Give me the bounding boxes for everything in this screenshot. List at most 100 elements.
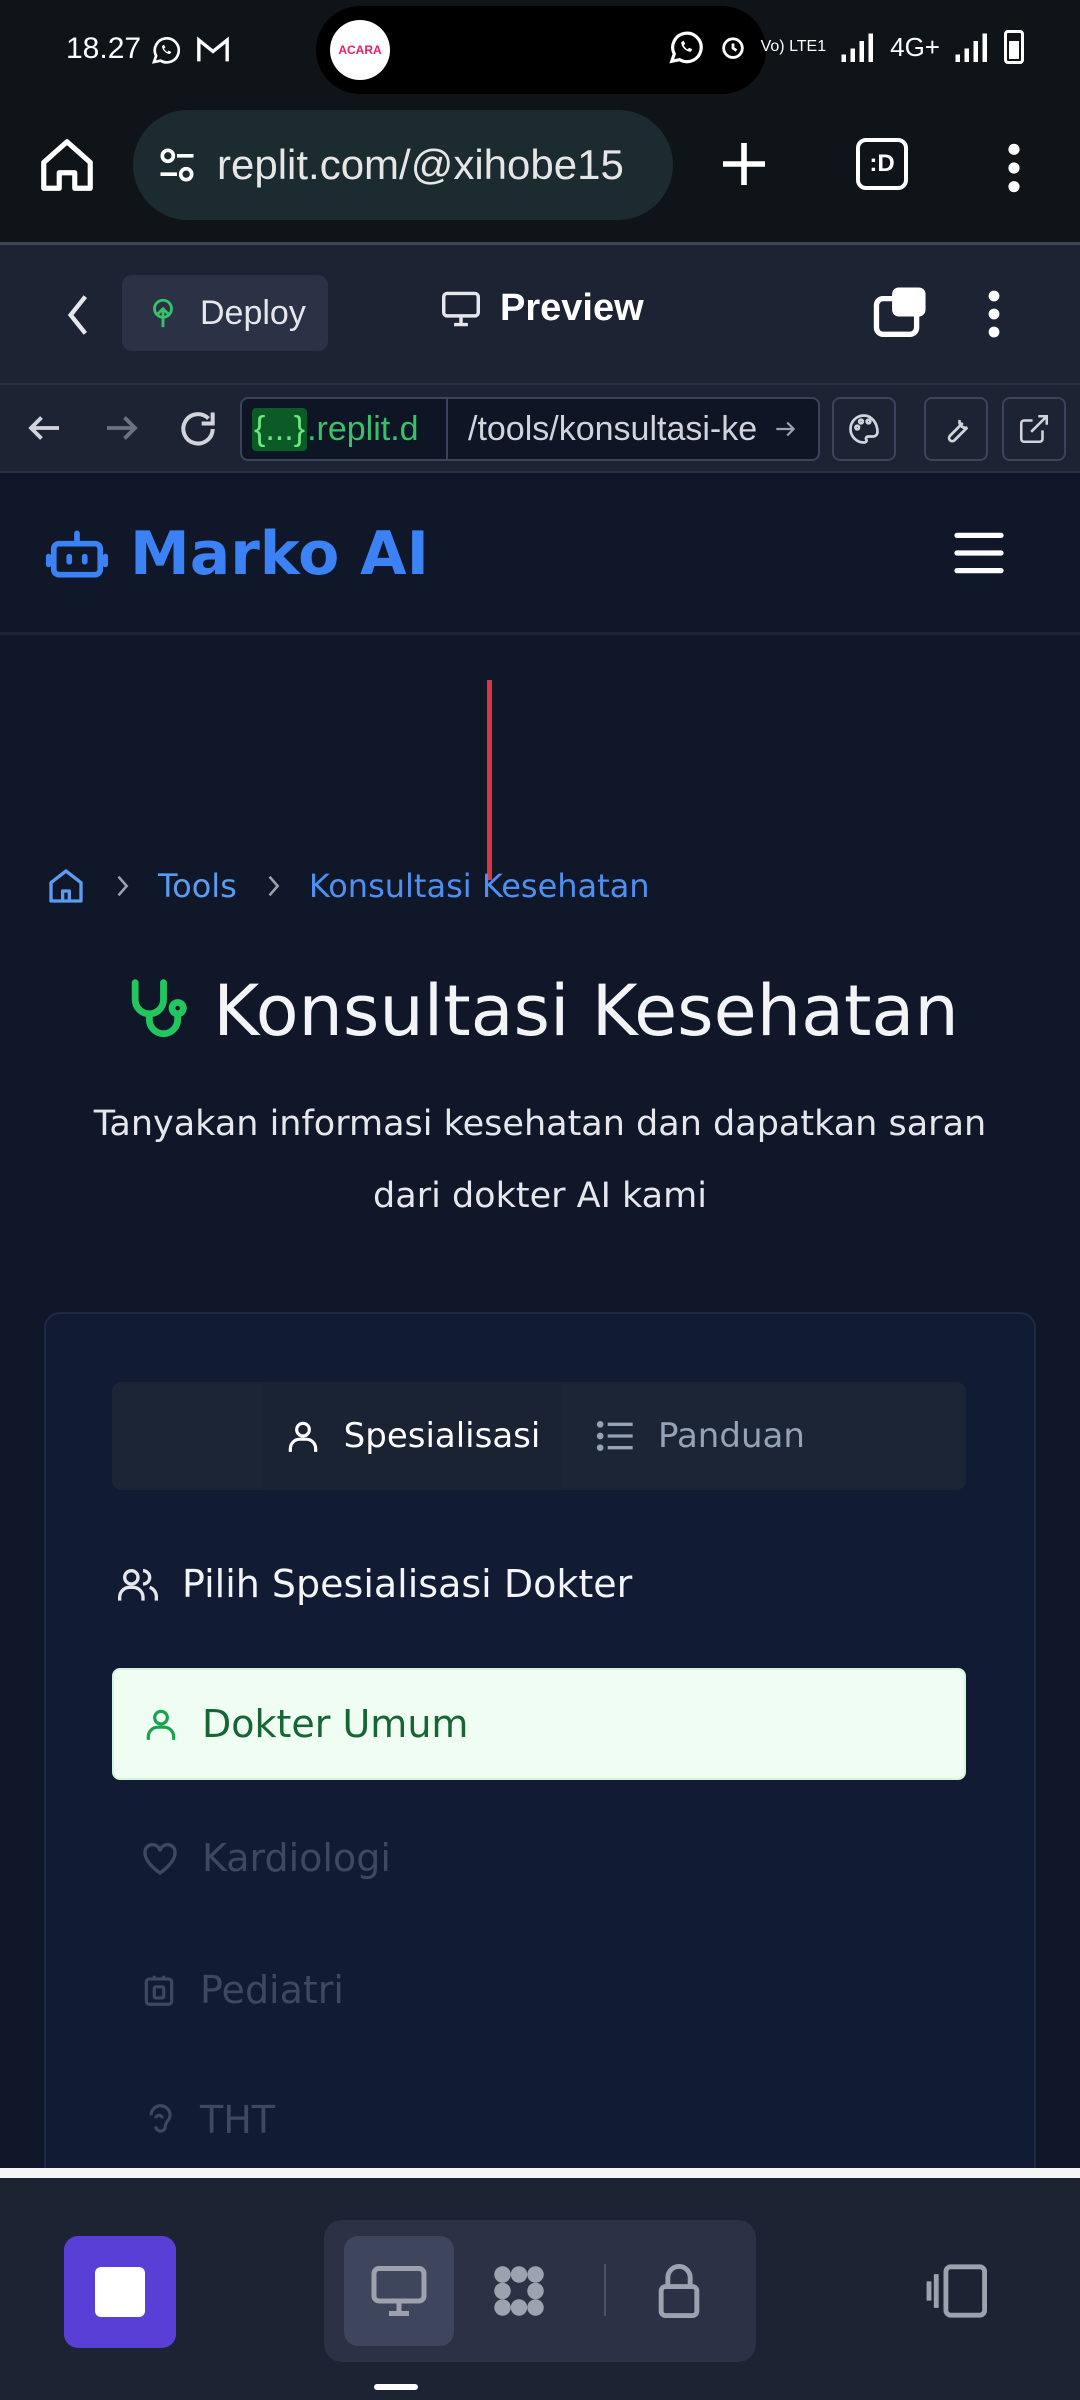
brand-logo[interactable]: Marko AI <box>46 519 429 589</box>
network-type: 4G+ <box>890 31 940 62</box>
robot-icon <box>46 523 108 585</box>
url-text[interactable]: replit.com/@xihobe15 <box>217 141 657 189</box>
secrets-toggle[interactable] <box>624 2236 734 2346</box>
app-header: Marko AI <box>0 475 1080 635</box>
signal-icon <box>840 32 876 62</box>
nav-forward-icon[interactable] <box>100 407 142 449</box>
wrench-icon <box>938 411 974 447</box>
domain-rest: .replit.d <box>307 409 419 448</box>
stop-button[interactable] <box>64 2236 176 2348</box>
deploy-icon <box>146 296 180 330</box>
webview-navbar: {...} .replit.d /tools/konsultasi-ke <box>0 383 1080 473</box>
scroll-indicator-line <box>487 680 492 880</box>
page-subtitle: Tanyakan informasi kesehatan dan dapatka… <box>93 1104 987 1216</box>
baby-icon <box>140 1970 178 2010</box>
users-icon <box>116 1564 160 1604</box>
open-new-pane-icon[interactable] <box>872 285 930 339</box>
home-indicator <box>374 2384 418 2390</box>
palette-icon <box>846 411 882 447</box>
tab-panduan-label: Panduan <box>658 1416 805 1456</box>
browser-menu-icon[interactable] <box>1000 140 1028 196</box>
specialization-option-dokter-umum[interactable]: Dokter Umum <box>112 1668 966 1780</box>
stethoscope-icon <box>121 977 189 1045</box>
workspace-toggle[interactable] <box>464 2236 574 2346</box>
user-icon <box>142 1704 180 1744</box>
more-options-icon[interactable] <box>980 287 1008 341</box>
user-icon <box>284 1416 322 1456</box>
tab-spesialisasi[interactable]: Spesialisasi <box>262 1382 562 1490</box>
alarm-icon <box>719 31 747 63</box>
status-time: 18.27 <box>66 32 142 65</box>
battery-icon <box>1004 30 1024 64</box>
hamburger-menu-icon[interactable] <box>952 531 1006 575</box>
preview-label: Preview <box>500 287 644 329</box>
palette-button[interactable] <box>832 397 896 461</box>
monitor-icon <box>440 290 482 328</box>
page-title-text: Konsultasi Kesehatan <box>213 970 959 1052</box>
specialization-option-pediatri[interactable]: Pediatri <box>112 1934 966 2046</box>
breadcrumb-current: Konsultasi Kesehatan <box>308 867 650 905</box>
address-bar[interactable]: replit.com/@xihobe15 <box>133 110 673 220</box>
specialization-option-tht[interactable]: THT <box>112 2064 966 2176</box>
tab-bar: Spesialisasi Panduan <box>112 1382 966 1490</box>
home-icon[interactable] <box>36 134 98 196</box>
domain-highlight: {...} <box>252 407 308 451</box>
page-title: Konsultasi Kesehatan <box>0 970 1080 1052</box>
webview-domain: {...} .replit.d <box>242 399 448 459</box>
notification-icons <box>150 34 230 66</box>
replit-bottom-bar <box>0 2178 1080 2400</box>
devtools-button[interactable] <box>924 397 988 461</box>
reload-icon[interactable] <box>176 407 220 451</box>
gmail-icon <box>196 34 230 66</box>
section-title-text: Pilih Spesialisasi Dokter <box>182 1562 633 1606</box>
chevron-right-icon <box>112 872 132 900</box>
heart-icon <box>140 1839 180 1877</box>
specialization-option-kardiologi[interactable]: Kardiologi <box>112 1802 966 1914</box>
specialization-label: Dokter Umum <box>202 1702 469 1746</box>
browser-toolbar: replit.com/@xihobe15 :D <box>0 100 1080 244</box>
specialization-label: THT <box>200 2098 275 2142</box>
webview-path[interactable]: /tools/konsultasi-ke <box>448 410 768 449</box>
app-activity-badge: ACARA <box>330 20 390 80</box>
deploy-button[interactable]: Deploy <box>122 275 328 351</box>
list-icon <box>596 1418 636 1454</box>
deploy-label: Deploy <box>200 293 306 332</box>
lock-icon <box>656 2262 702 2320</box>
tab-spesialisasi-label: Spesialisasi <box>343 1416 541 1456</box>
webview-toggle[interactable] <box>344 2236 454 2346</box>
specialization-label: Pediatri <box>200 1968 344 2012</box>
divider <box>604 2264 606 2316</box>
volte-indicator: Vo) LTE1 <box>760 38 827 55</box>
monitor-icon <box>369 2263 429 2319</box>
whatsapp-icon <box>667 28 705 66</box>
status-bar: 18.27 ACARA Vo) LTE1 4G+ <box>0 0 1080 100</box>
replit-toolbar: Deploy Preview <box>0 245 1080 383</box>
open-external-button[interactable] <box>1002 397 1066 461</box>
grid-icon <box>486 2258 552 2324</box>
site-settings-icon[interactable] <box>155 143 199 187</box>
brand-name: Marko AI <box>130 519 429 589</box>
specialization-label: Kardiologi <box>202 1836 391 1880</box>
ear-icon <box>140 2100 178 2140</box>
go-arrow-icon[interactable] <box>772 416 798 442</box>
breadcrumb-home-icon[interactable] <box>46 866 86 906</box>
back-icon[interactable] <box>60 293 96 337</box>
tab-panduan[interactable]: Panduan <box>596 1382 805 1490</box>
breadcrumb: Tools Konsultasi Kesehatan <box>46 866 650 906</box>
tab-switcher-button[interactable]: :D <box>856 138 908 190</box>
view-switcher <box>324 2220 756 2362</box>
webview-address-field[interactable]: {...} .replit.d /tools/konsultasi-ke <box>240 397 820 461</box>
chevron-right-icon <box>263 872 283 900</box>
breadcrumb-tools[interactable]: Tools <box>158 867 237 905</box>
stop-icon <box>95 2267 145 2317</box>
status-icons: Vo) LTE1 4G+ <box>667 28 1024 66</box>
signal-icon-2 <box>954 32 990 62</box>
preview-tab[interactable]: Preview <box>440 287 644 330</box>
nav-back-icon[interactable] <box>24 407 66 449</box>
pane-divider[interactable] <box>0 2168 1080 2178</box>
side-panel-icon[interactable] <box>926 2262 990 2320</box>
section-title: Pilih Spesialisasi Dokter <box>116 1562 632 1606</box>
new-tab-icon[interactable] <box>716 136 772 192</box>
whatsapp-icon <box>150 34 182 66</box>
external-link-icon <box>1017 412 1051 446</box>
